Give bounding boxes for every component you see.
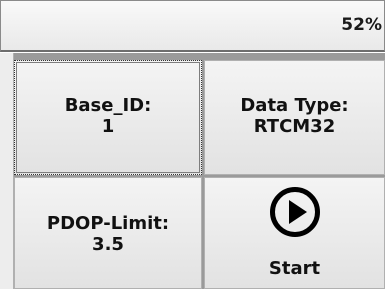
battery-percentage: 52% (341, 15, 382, 35)
data-type-label: Data Type: (240, 95, 349, 116)
pdop-limit-text: PDOP-Limit: 3.5 (15, 213, 201, 255)
data-type-text: Data Type: RTCM32 (205, 95, 384, 137)
data-type-button[interactable]: Data Type: RTCM32 (204, 60, 385, 175)
data-type-value: RTCM32 (253, 116, 336, 137)
pdop-limit-value: 3.5 (92, 234, 124, 255)
status-bar: 52% (0, 0, 385, 52)
start-button[interactable]: Start (204, 177, 385, 289)
base-id-label: Base_ID: (64, 95, 152, 116)
pdop-limit-button[interactable]: PDOP-Limit: 3.5 (14, 177, 202, 289)
base-id-button[interactable]: Base_ID: 1 (14, 60, 202, 175)
base-id-text: Base_ID: 1 (15, 95, 201, 137)
base-id-value: 1 (101, 116, 115, 137)
pdop-limit-label: PDOP-Limit: (46, 213, 170, 234)
left-edge-panel (0, 53, 14, 289)
start-label: Start (268, 258, 321, 279)
play-circle-icon (270, 187, 320, 237)
